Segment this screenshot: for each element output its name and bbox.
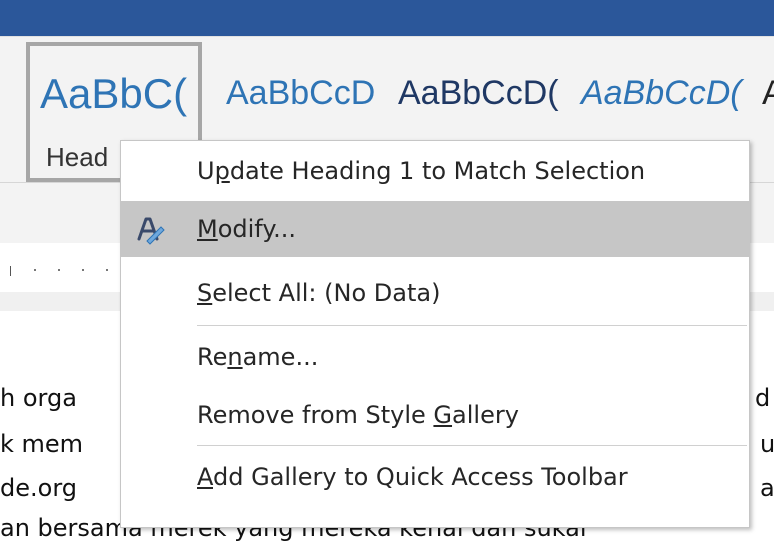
menu-item-update-heading[interactable]: Update Heading 1 to Match Selection	[121, 143, 749, 199]
selected-style-caption: Head	[46, 142, 109, 172]
menu-separator	[197, 325, 747, 326]
style-subtle-emphasis-preview[interactable]: AaBbCcD(	[581, 74, 742, 113]
menu-item-remove-from-gallery[interactable]: Remove from Style Gallery	[121, 387, 749, 443]
ruler-ticks	[0, 266, 130, 276]
document-text-line: a	[760, 474, 774, 502]
pen-a-icon	[137, 217, 165, 245]
style-heading-2-preview[interactable]: AaBbCcD	[226, 74, 375, 113]
document-text-line: h orga	[0, 384, 77, 412]
document-text-line: u	[760, 430, 774, 458]
menu-item-rename[interactable]: Rename...	[121, 329, 749, 385]
document-text-line: k mem	[0, 430, 84, 458]
menu-item-modify[interactable]: Modify...	[121, 201, 749, 257]
title-bar	[0, 0, 774, 36]
menu-item-add-to-quick-access[interactable]: Add Gallery to Quick Access Toolbar	[121, 449, 749, 505]
document-text-line: de.org	[0, 474, 77, 502]
menu-item-select-all[interactable]: Select All: (No Data)	[121, 265, 749, 321]
style-context-menu: Update Heading 1 to Match Selection Modi…	[120, 140, 750, 528]
document-text-line: d	[755, 384, 771, 412]
menu-separator	[197, 445, 747, 446]
style-next-preview[interactable]: A	[762, 74, 774, 113]
style-heading-3-preview[interactable]: AaBbCcD(	[398, 74, 559, 113]
